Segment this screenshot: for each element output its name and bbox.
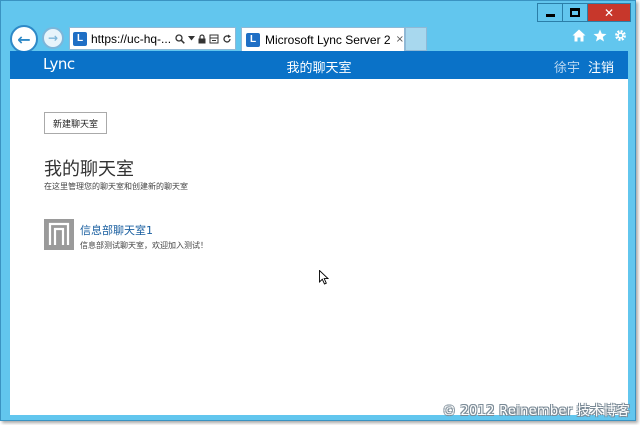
browser-toolbar-right <box>572 29 627 42</box>
user-name-link[interactable]: 徐宇 <box>554 57 580 76</box>
minimize-icon <box>545 14 555 17</box>
close-icon: ✕ <box>603 5 615 20</box>
search-icon[interactable] <box>175 33 185 44</box>
tab-favicon-icon: L <box>246 32 260 47</box>
browser-tab[interactable]: L Microsoft Lync Server 20... × <box>241 27 405 51</box>
gear-icon[interactable] <box>614 29 627 42</box>
lync-logo: Lync <box>43 55 75 73</box>
maximize-button[interactable] <box>562 3 588 22</box>
home-icon[interactable] <box>572 29 586 42</box>
address-bar[interactable]: L https://uc-hq-... <box>69 27 236 50</box>
forward-button[interactable]: → <box>42 27 64 49</box>
refresh-icon[interactable] <box>222 34 232 44</box>
browser-window: ✕ ← → L https://uc-hq-... L Microsoft Ly… <box>0 0 636 421</box>
navigation-bar: ← → L https://uc-hq-... L Microsoft Lync… <box>1 23 635 53</box>
maximize-icon <box>570 8 580 17</box>
tab-title: Microsoft Lync Server 20... <box>265 32 390 47</box>
minimize-button[interactable] <box>537 3 563 22</box>
compat-icon[interactable] <box>209 34 219 44</box>
mouse-cursor-icon <box>319 270 329 285</box>
back-arrow-icon: ← <box>17 29 31 49</box>
signout-link[interactable]: 注销 <box>588 57 614 76</box>
page-viewport: Lync 我的聊天室 徐宇 注销 新建聊天室 我的聊天室 在这里管理您的聊天室和… <box>10 51 628 415</box>
lync-header: Lync 我的聊天室 徐宇 注销 <box>10 51 628 79</box>
blog-watermark: © 2012 Reinember 技术博客 <box>442 404 630 419</box>
new-chat-room-button[interactable]: 新建聊天室 <box>44 112 107 134</box>
address-tools <box>175 33 232 44</box>
tab-close-icon[interactable]: × <box>396 34 404 45</box>
address-url: https://uc-hq-... <box>91 31 172 46</box>
close-window-button[interactable]: ✕ <box>587 3 631 22</box>
dropdown-icon[interactable] <box>188 36 195 41</box>
chat-room-icon <box>44 219 74 250</box>
site-favicon-icon: L <box>73 31 87 46</box>
page-title: 我的聊天室 <box>44 159 134 180</box>
page-subtitle: 在这里管理您的聊天室和创建新的聊天室 <box>44 182 188 191</box>
lock-icon[interactable] <box>198 33 206 44</box>
forward-arrow-icon: → <box>47 31 59 45</box>
star-icon[interactable] <box>593 29 607 42</box>
window-controls: ✕ <box>537 3 631 22</box>
new-tab-button[interactable] <box>405 27 427 51</box>
chat-room-item[interactable]: 信息部聊天室1 信息部测试聊天室，欢迎加入测试！ <box>44 219 274 253</box>
header-title: 我的聊天室 <box>286 61 352 76</box>
chat-room-name-link[interactable]: 信息部聊天室1 <box>80 222 153 238</box>
back-button[interactable]: ← <box>10 25 38 53</box>
chat-room-description: 信息部测试聊天室，欢迎加入测试！ <box>80 241 208 250</box>
